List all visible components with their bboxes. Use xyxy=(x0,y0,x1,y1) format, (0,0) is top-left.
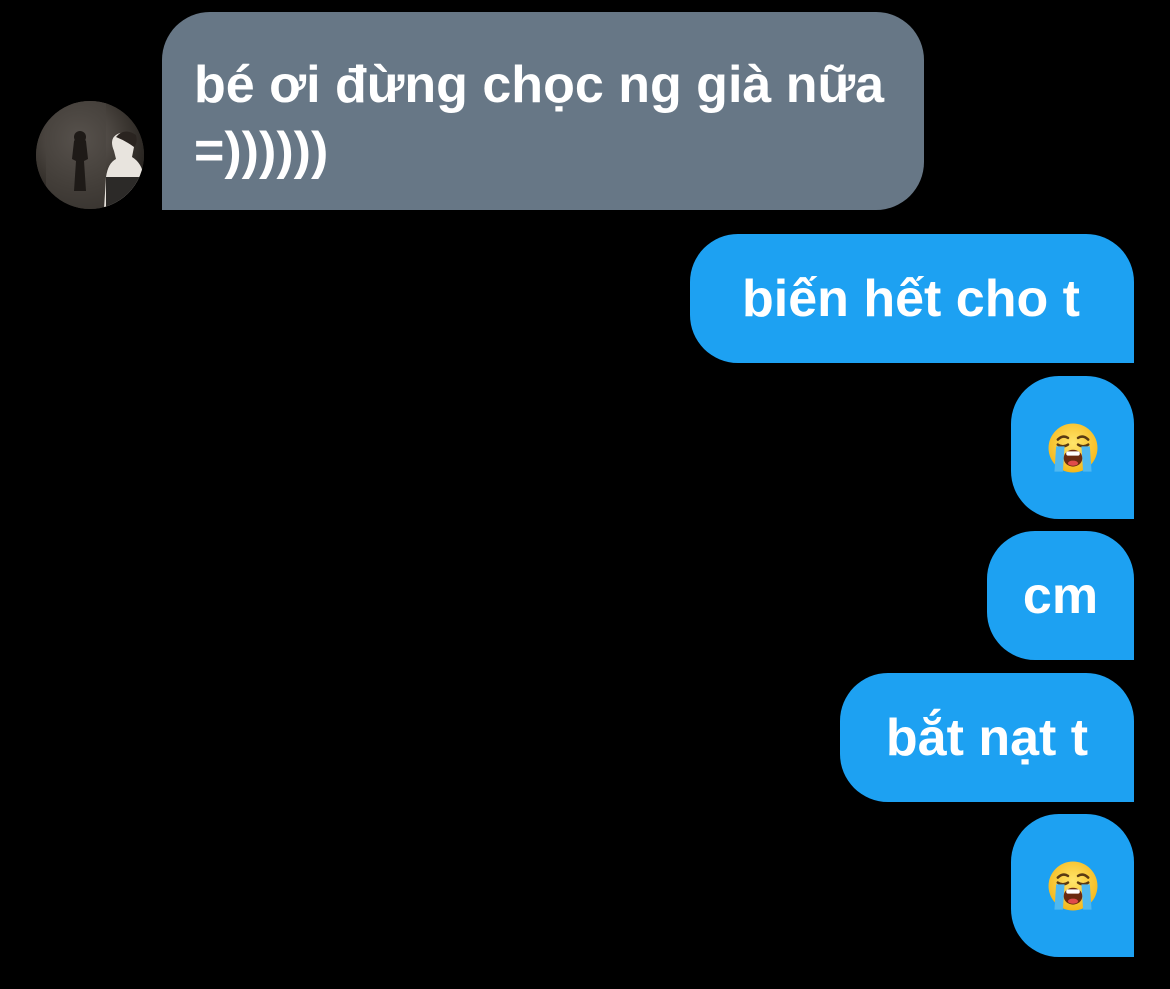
incoming-message[interactable]: bé ơi đừng chọc ng già nữa =)))))) xyxy=(162,12,924,210)
outgoing-emoji-message[interactable] xyxy=(1011,814,1134,957)
message-text: biến hết cho t xyxy=(742,269,1080,328)
message-text: cm xyxy=(1022,566,1099,625)
avatar[interactable] xyxy=(36,101,144,209)
outgoing-message[interactable]: bắt nạt t xyxy=(840,673,1134,802)
loudly-crying-face-icon xyxy=(1048,861,1097,910)
outgoing-message[interactable]: biến hết cho t xyxy=(690,234,1134,363)
outgoing-message[interactable]: cm xyxy=(987,531,1134,660)
message-text: bé ơi đừng chọc ng già nữa =)))))) xyxy=(194,56,885,180)
loudly-crying-face-icon xyxy=(1048,423,1097,472)
profile-photo-icon xyxy=(36,101,144,209)
conversation-view: bé ơi đừng chọc ng già nữa =)))))) biến … xyxy=(0,0,1170,989)
message-text: bắt nạt t xyxy=(885,708,1089,767)
outgoing-emoji-message[interactable] xyxy=(1011,376,1134,519)
